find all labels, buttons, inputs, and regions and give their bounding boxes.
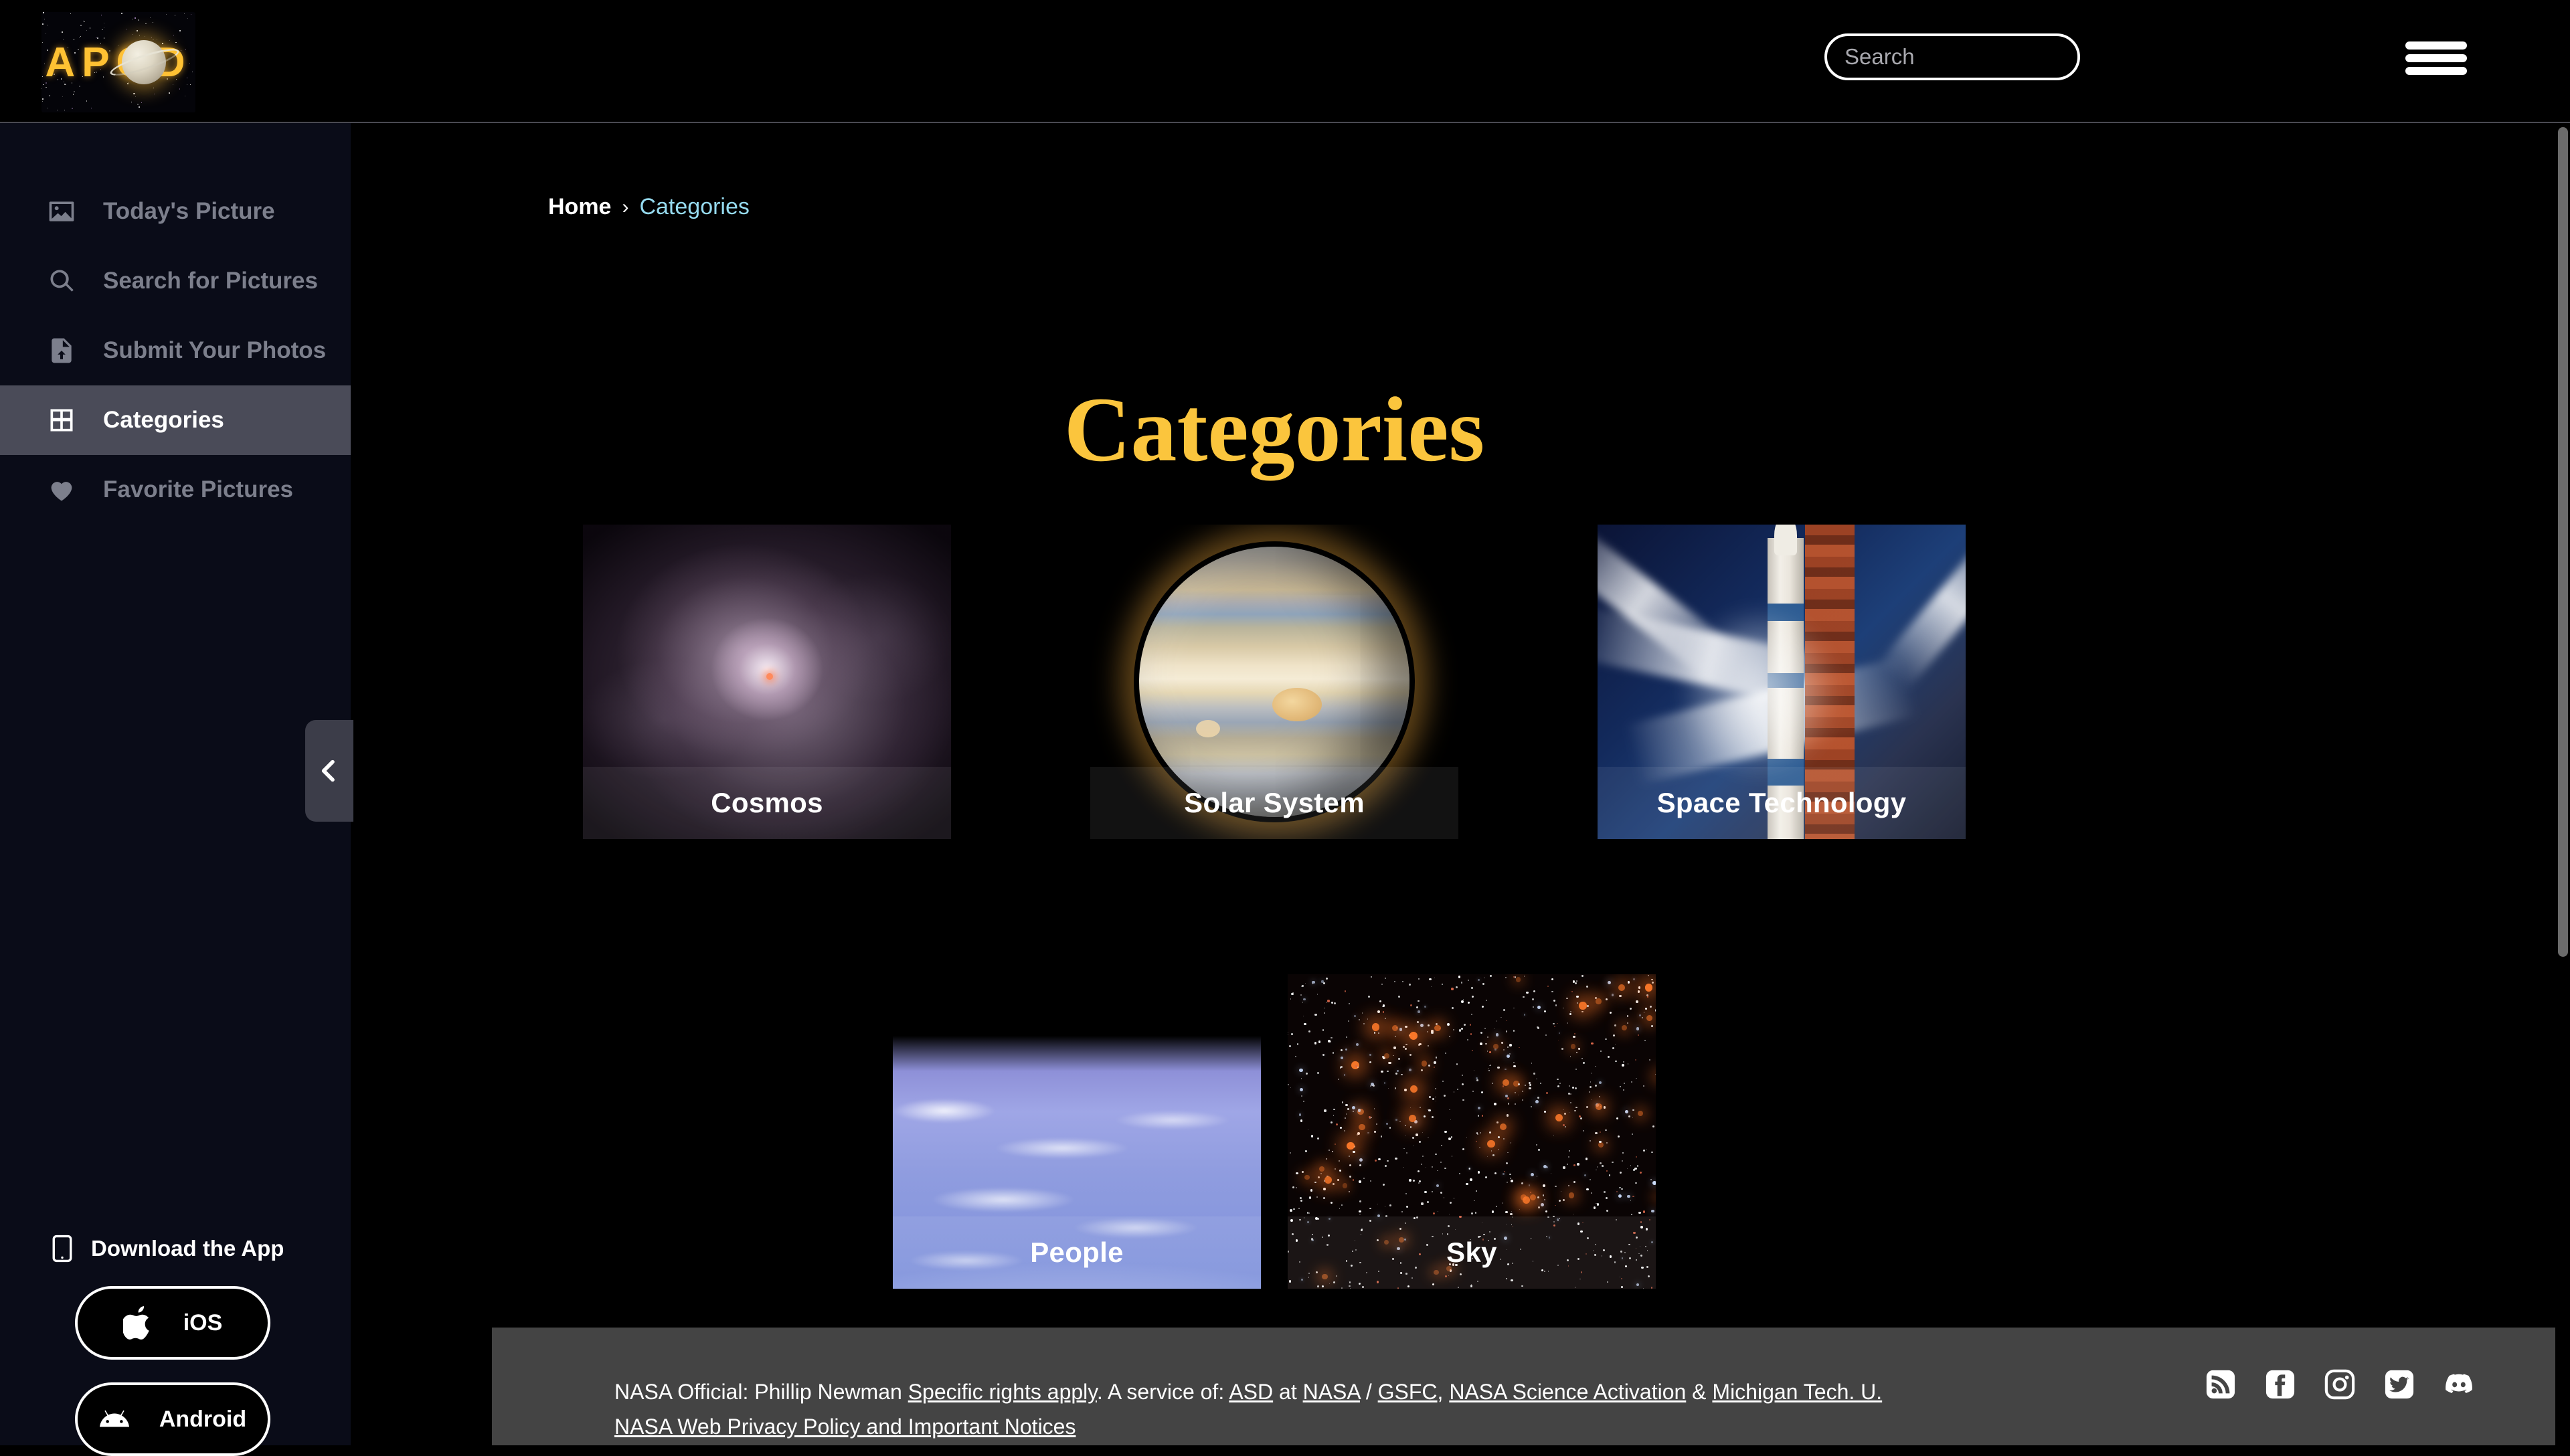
sidebar-item-label: Favorite Pictures (103, 476, 293, 503)
footer-social-links (2205, 1369, 2474, 1400)
image-icon (47, 197, 76, 226)
category-label: Sky (1446, 1237, 1497, 1268)
footer-link-privacy-policy[interactable]: NASA Web Privacy Policy and Important No… (614, 1415, 1076, 1439)
footer-link-specific-rights[interactable]: Specific rights apply (908, 1380, 1097, 1404)
download-app-label: Download the App (91, 1236, 284, 1261)
download-app-section: Download the App iOS Android (0, 1234, 351, 1456)
sidebar-item-label: Submit Your Photos (103, 337, 327, 363)
category-card-solar-system[interactable]: Solar System (1090, 525, 1458, 839)
download-ios-label: iOS (183, 1309, 223, 1336)
footer-slash-label: / (1359, 1380, 1378, 1404)
category-label-band: People (893, 1216, 1261, 1289)
apod-logo[interactable]: APOD (41, 12, 195, 112)
apple-icon (122, 1306, 149, 1340)
heart-icon (47, 475, 76, 505)
great-red-spot (1272, 688, 1322, 721)
hamburger-bar (2405, 41, 2467, 50)
footer-link-science-activation[interactable]: NASA Science Activation (1449, 1380, 1686, 1404)
sidebar: Today's Picture Search for Pictures Subm… (0, 123, 351, 1456)
footer-link-gsfc[interactable]: GSFC (1378, 1380, 1438, 1404)
hamburger-bar (2405, 67, 2467, 75)
page-title: Categories (1063, 378, 1485, 480)
category-label: People (1030, 1237, 1124, 1268)
download-app-title: Download the App (0, 1234, 351, 1263)
footer-amp-label: & (1686, 1380, 1713, 1404)
footer-credits: NASA Official: Phillip Newman Specific r… (614, 1374, 2087, 1444)
category-label: Solar System (1184, 787, 1365, 818)
logo-wordmark: APOD (45, 39, 192, 86)
sidebar-item-submit-your-photos[interactable]: Submit Your Photos (0, 316, 351, 385)
header-search[interactable] (1824, 33, 2129, 80)
hamburger-bar (2405, 54, 2467, 62)
breadcrumb-home-link[interactable]: Home (548, 194, 611, 220)
breadcrumb: Home › Categories (548, 194, 750, 220)
sidebar-item-label: Categories (103, 407, 224, 433)
footer-at-label: at (1273, 1380, 1303, 1404)
category-card-sky[interactable]: Sky (1288, 974, 1656, 1289)
jupiter-storm-spot (1196, 720, 1220, 737)
hamburger-menu-icon[interactable] (2405, 37, 2467, 79)
categories-grid: Cosmos Solar System Space Technology Peo… (351, 525, 2198, 1289)
sidebar-nav: Today's Picture Search for Pictures Subm… (0, 177, 351, 525)
nebula-core (766, 673, 773, 680)
facebook-icon[interactable] (2265, 1369, 2296, 1400)
sidebar-item-label: Search for Pictures (103, 268, 318, 294)
main-content: Home › Categories Categories Cosmos Sola… (351, 123, 2570, 1445)
category-card-people[interactable]: People (893, 974, 1261, 1289)
file-upload-icon (47, 336, 76, 365)
mobile-phone-icon (52, 1235, 72, 1263)
android-icon (99, 1410, 129, 1427)
category-label: Cosmos (711, 787, 823, 818)
sidebar-item-label: Today's Picture (103, 198, 275, 224)
rss-icon[interactable] (2205, 1369, 2236, 1400)
sidebar-item-categories[interactable]: Categories (0, 385, 351, 455)
download-ios-button[interactable]: iOS (75, 1286, 270, 1360)
category-label: Space Technology (1656, 787, 1907, 818)
instagram-icon[interactable] (2324, 1369, 2355, 1400)
category-card-cosmos[interactable]: Cosmos (583, 525, 951, 839)
footer-comma-label: , (1437, 1380, 1450, 1404)
category-label-band: Sky (1288, 1216, 1656, 1289)
categories-row: People Sky (351, 974, 2198, 1289)
breadcrumb-separator-icon: › (622, 195, 629, 218)
footer-service-label: . A service of: (1096, 1380, 1229, 1404)
footer-link-asd[interactable]: ASD (1229, 1380, 1273, 1404)
discord-icon[interactable] (2444, 1369, 2474, 1400)
category-label-band: Space Technology (1598, 767, 1966, 839)
download-android-label: Android (159, 1406, 247, 1432)
category-label-band: Cosmos (583, 767, 951, 839)
breadcrumb-current-link[interactable]: Categories (639, 194, 749, 220)
grid-icon (47, 405, 76, 435)
chevron-left-icon (321, 759, 335, 782)
search-icon (47, 266, 76, 296)
twitter-icon[interactable] (2384, 1369, 2415, 1400)
sidebar-item-favorite-pictures[interactable]: Favorite Pictures (0, 455, 351, 525)
launch-glare (1678, 605, 1838, 779)
categories-row: Cosmos Solar System Space Technology (351, 525, 2198, 839)
page-footer: NASA Official: Phillip Newman Specific r… (492, 1328, 2570, 1445)
page-scrollbar-thumb[interactable] (2558, 127, 2568, 957)
sidebar-item-todays-picture[interactable]: Today's Picture (0, 177, 351, 246)
footer-link-michigan-tech[interactable]: Michigan Tech. U. (1712, 1380, 1882, 1404)
footer-official-label: NASA Official: Phillip Newman (614, 1380, 908, 1404)
app-header: APOD (0, 0, 2570, 123)
category-label-band: Solar System (1090, 767, 1458, 839)
sidebar-collapse-toggle[interactable] (305, 720, 353, 822)
rocket-nose-cone (1774, 525, 1797, 555)
sidebar-item-search-for-pictures[interactable]: Search for Pictures (0, 246, 351, 316)
footer-link-nasa[interactable]: NASA (1303, 1380, 1360, 1404)
search-input[interactable] (1845, 44, 2129, 70)
category-card-space-technology[interactable]: Space Technology (1598, 525, 1966, 839)
